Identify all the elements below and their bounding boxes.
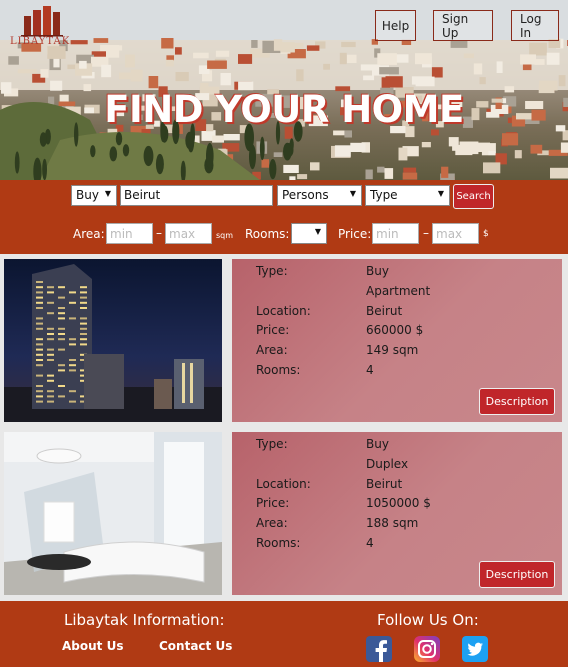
area-value: 149 sqm	[366, 343, 419, 357]
contact-us-link[interactable]: Contact Us	[159, 639, 232, 653]
price-dash: –	[423, 226, 429, 240]
description-button[interactable]: Description	[479, 561, 555, 588]
chevron-down-icon: ▼	[314, 227, 321, 236]
hero-title: FIND YOUR HOME	[104, 88, 464, 131]
price-key: Price:	[256, 496, 290, 510]
persons-select[interactable]: Persons ▼	[277, 185, 362, 206]
chevron-down-icon: ▼	[349, 189, 356, 198]
location-input[interactable]: Beirut	[120, 185, 273, 206]
area-label: Area:	[73, 227, 105, 241]
price-value: 1050000 $	[366, 496, 431, 510]
duplex-photo[interactable]	[4, 432, 222, 595]
hero-banner: LIBAYTAK Help Sign Up Log In FIND YOUR H…	[0, 0, 568, 180]
rooms-key: Rooms:	[256, 363, 301, 377]
buy-rent-select[interactable]: Buy ▼	[71, 185, 117, 206]
type-key: Type:	[256, 437, 288, 451]
rooms-value: 4	[366, 363, 374, 377]
price-min-input[interactable]: min	[372, 223, 419, 244]
price-value: 660000 $	[366, 323, 424, 337]
listing-card: Type: Buy Apartment Location: Beirut Pri…	[0, 259, 568, 425]
instagram-icon[interactable]	[414, 636, 440, 662]
listing-card: Type: Buy Duplex Location: Beirut Price:…	[0, 432, 568, 598]
persons-selected: Persons	[282, 188, 329, 202]
logo-text: LIBAYTAK	[10, 36, 71, 47]
rooms-select[interactable]: ▼	[291, 223, 327, 244]
follow-heading: Follow Us On:	[377, 611, 479, 629]
listing-details: Type: Buy Duplex Location: Beirut Price:…	[232, 432, 562, 595]
type-value: Buy	[366, 264, 389, 278]
area-unit: sqm	[216, 231, 234, 240]
location-value: Beirut	[366, 477, 403, 491]
search-button[interactable]: Search	[453, 184, 494, 209]
type-value: Buy	[366, 437, 389, 451]
chevron-down-icon: ▼	[437, 189, 444, 198]
rooms-key: Rooms:	[256, 536, 301, 550]
description-button[interactable]: Description	[479, 388, 555, 415]
price-max-input[interactable]: max	[432, 223, 479, 244]
area-key: Area:	[256, 343, 288, 357]
price-label: Price:	[338, 227, 372, 241]
area-key: Area:	[256, 516, 288, 530]
apartment-photo[interactable]	[4, 259, 222, 422]
area-dash: –	[156, 226, 162, 240]
rooms-value: 4	[366, 536, 374, 550]
area-min-input[interactable]: min	[106, 223, 153, 244]
help-button[interactable]: Help	[375, 10, 416, 41]
area-value: 188 sqm	[366, 516, 419, 530]
location-key: Location:	[256, 477, 311, 491]
listing-details: Type: Buy Apartment Location: Beirut Pri…	[232, 259, 562, 422]
area-max-input[interactable]: max	[165, 223, 212, 244]
rooms-label: Rooms:	[245, 227, 290, 241]
location-value: Beirut	[366, 304, 403, 318]
info-heading: Libaytak Information:	[64, 611, 225, 629]
twitter-icon[interactable]	[462, 636, 488, 662]
sign-up-button[interactable]: Sign Up	[433, 10, 493, 41]
property-kind: Apartment	[366, 284, 431, 298]
about-us-link[interactable]: About Us	[62, 639, 123, 653]
price-unit: $	[483, 229, 489, 239]
chevron-down-icon: ▼	[104, 189, 111, 198]
property-kind: Duplex	[366, 457, 409, 471]
type-select[interactable]: Type ▼	[365, 185, 450, 206]
facebook-icon[interactable]	[366, 636, 392, 662]
buy-rent-selected: Buy	[76, 188, 99, 202]
type-selected: Type	[370, 188, 398, 202]
price-key: Price:	[256, 323, 290, 337]
log-in-button[interactable]: Log In	[511, 10, 559, 41]
type-key: Type:	[256, 264, 288, 278]
location-key: Location:	[256, 304, 311, 318]
